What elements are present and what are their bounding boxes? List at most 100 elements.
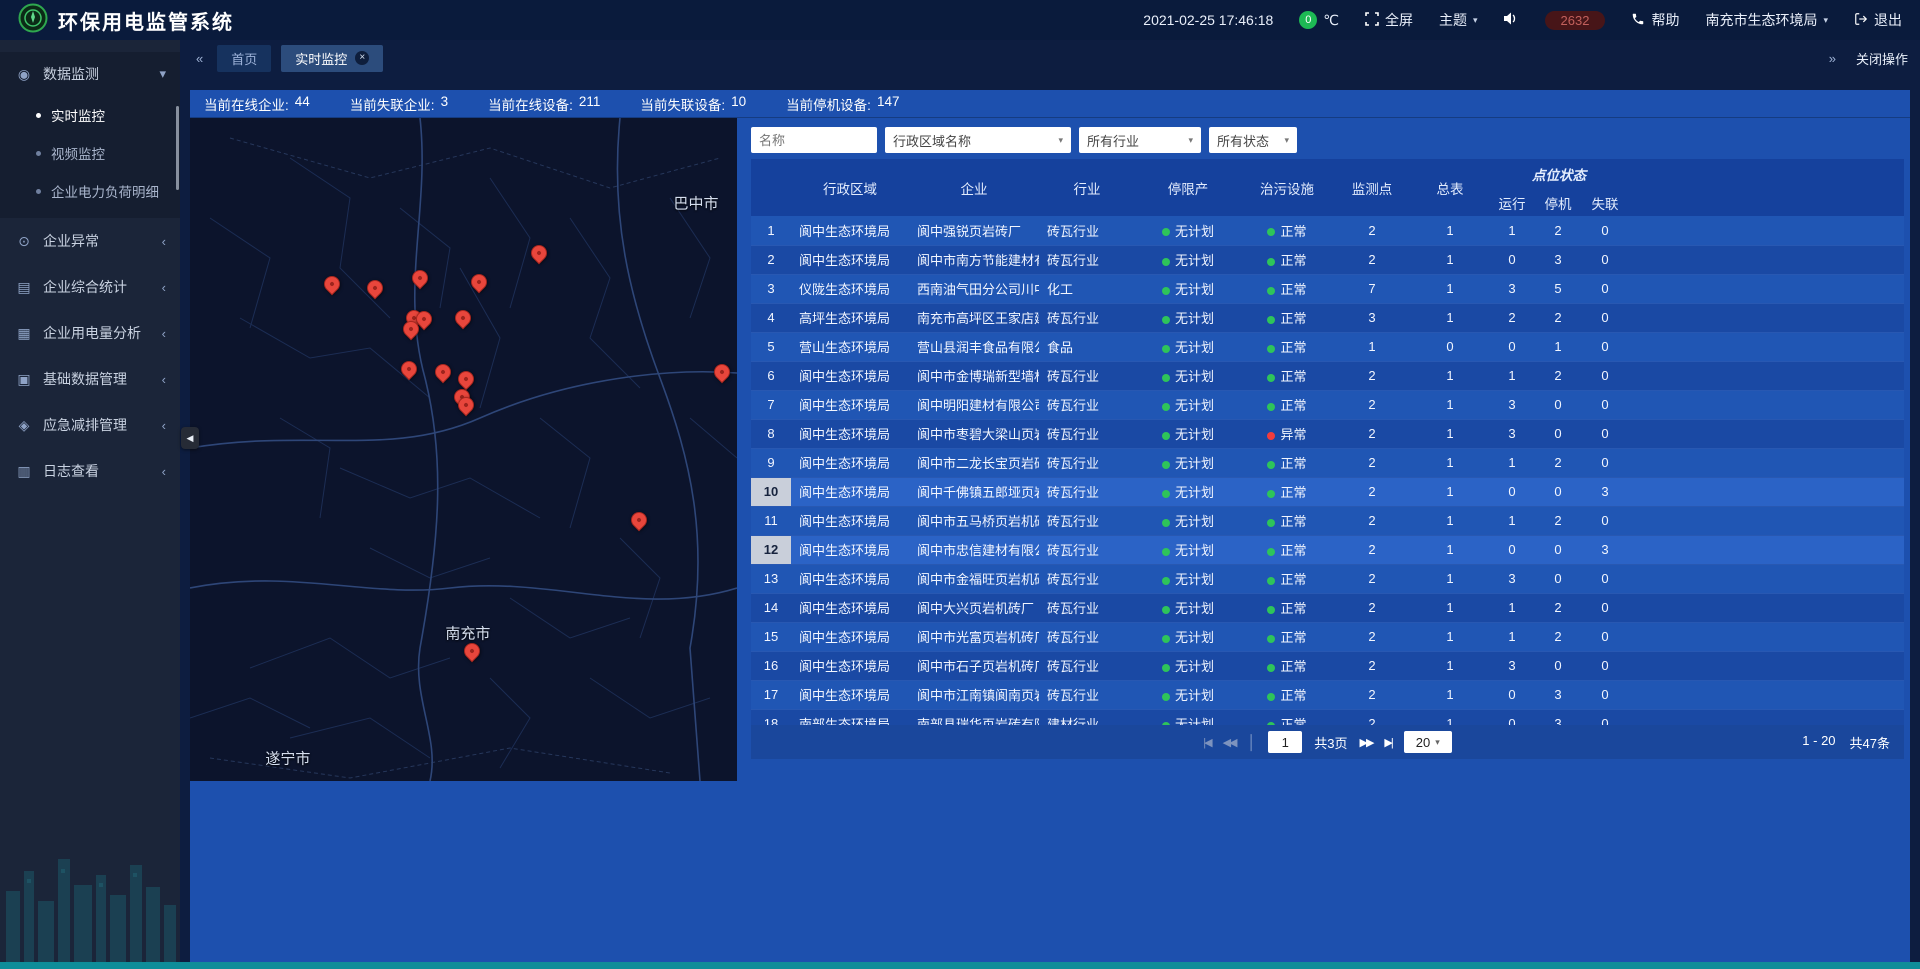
page-number-input[interactable] [1268,731,1302,753]
table-row[interactable]: 5 营山生态环境局 营山县润丰食品有限公 食品 无计划 正常 1 0 0 1 0 [751,332,1904,361]
map-pin[interactable] [631,512,649,530]
sidebar-group-base-data[interactable]: ▣ 基础数据管理 ‹ [0,356,180,402]
page-size-select[interactable]: 20 ▾ [1404,731,1452,753]
theme-dropdown[interactable]: 主题 ▾ [1439,10,1478,30]
table-row[interactable]: 1 阆中生态环境局 阆中强锐页岩砖厂 砖瓦行业 无计划 正常 2 1 1 2 0 [751,216,1904,245]
topbar-right: 2021-02-25 17:46:18 0 ℃ 全屏 主题 ▾ [1143,10,1902,30]
sidebar-group-label: 应急减排管理 [43,415,127,435]
map-pin[interactable] [412,270,430,288]
map-pin-icon [452,306,475,329]
map-collapse-button[interactable]: ◀ [181,427,199,449]
help-button[interactable]: 帮助 [1631,10,1679,30]
chevron-collapsed-icon: ‹ [162,326,166,341]
table-row[interactable]: 4 高坪生态环境局 南充市高坪区王家店建 砖瓦行业 无计划 正常 3 1 2 2… [751,303,1904,332]
next-page-button[interactable]: ▶▶ [1359,736,1372,749]
table-row[interactable]: 17 阆中生态环境局 阆中市江南镇阆南页岩 砖瓦行业 无计划 正常 2 1 0 … [751,680,1904,709]
map-pin[interactable] [464,643,482,661]
close-operations-button[interactable]: 关闭操作 [1856,49,1908,68]
col-facility: 治污设施 [1241,159,1333,216]
filter-bar: 行政区域名称 ▾ 所有行业 ▾ 所有状态 ▾ [751,123,1904,157]
map-pin[interactable] [435,364,453,382]
table-row[interactable]: 10 阆中生态环境局 阆中千佛镇五郎垭页岩 砖瓦行业 无计划 正常 2 1 0 … [751,477,1904,506]
map-pin[interactable] [455,310,473,328]
map-panel[interactable]: ◀ 巴中市南充市遂宁市 [190,118,737,781]
logout-button[interactable]: 退出 [1854,10,1902,30]
map-pin[interactable] [367,280,385,298]
tab-realtime-monitor[interactable]: 实时监控 × [281,45,383,72]
map-pin[interactable] [458,397,476,415]
sidebar-item-power-load-detail[interactable]: 企业电力负荷明细 [0,172,180,210]
last-page-button[interactable]: ▶| [1384,736,1391,749]
facility-status-dot [1267,461,1275,469]
map-pin-icon [710,361,733,384]
sidebar-item-label: 企业电力负荷明细 [51,181,159,201]
tabs-scroll-right-icon[interactable]: » [1825,47,1840,70]
tab-home[interactable]: 首页 [217,45,271,72]
tabs-scroll-left-icon[interactable]: « [192,47,207,70]
facility-status-dot [1267,228,1275,236]
limit-status-dot [1162,258,1170,266]
map-pin[interactable] [471,274,489,292]
sidebar-item-label: 实时监控 [51,105,105,125]
company-table-viewport[interactable]: 行政区域 企业 行业 停限产 治污设施 监测点 总表 点位状态 [751,159,1904,725]
chevron-down-icon: ▾ [1276,135,1289,146]
table-row[interactable]: 14 阆中生态环境局 阆中大兴页岩机砖厂 砖瓦行业 无计划 正常 2 1 1 2… [751,593,1904,622]
sidebar-group-logs[interactable]: ▥ 日志查看 ‹ [0,448,180,494]
table-row[interactable]: 16 阆中生态环境局 阆中市石子页岩机砖厂 砖瓦行业 无计划 正常 2 1 3 … [751,651,1904,680]
sidebar-group-power-analysis[interactable]: ▦ 企业用电量分析 ‹ [0,310,180,356]
prev-page-button[interactable]: ◀◀ [1223,736,1236,749]
map-pin[interactable] [458,371,476,389]
map-city-label: 遂宁市 [265,747,310,768]
sidebar-group-company-abnormal[interactable]: ⊙ 企业异常 ‹ [0,218,180,264]
map-pin[interactable] [324,276,342,294]
announcement-button[interactable] [1504,12,1519,28]
table-row[interactable]: 9 阆中生态环境局 阆中市二龙长宝页岩砖 砖瓦行业 无计划 正常 2 1 1 2… [751,448,1904,477]
table-row[interactable]: 8 阆中生态环境局 阆中市枣碧大梁山页岩 砖瓦行业 无计划 异常 2 1 3 0… [751,419,1904,448]
table-row[interactable]: 15 阆中生态环境局 阆中市光富页岩机砖厂 砖瓦行业 无计划 正常 2 1 1 … [751,622,1904,651]
first-page-button[interactable]: |◀ [1203,736,1210,749]
facility-status-dot [1267,548,1275,556]
limit-status-dot [1162,432,1170,440]
fullscreen-button[interactable]: 全屏 [1365,10,1413,30]
map-city-label: 巴中市 [673,192,718,213]
table-row[interactable]: 2 阆中生态环境局 阆中市南方节能建材有 砖瓦行业 无计划 正常 2 1 0 3… [751,245,1904,274]
sidebar-group-company-stats[interactable]: ▤ 企业综合统计 ‹ [0,264,180,310]
sidebar-group-label: 数据监测 [43,64,99,84]
phone-icon [1631,12,1645,29]
col-industry: 行业 [1039,159,1135,216]
table-row[interactable]: 11 阆中生态环境局 阆中市五马桥页岩机砖 砖瓦行业 无计划 正常 2 1 1 … [751,506,1904,535]
map-pin[interactable] [714,364,732,382]
map-pin[interactable] [401,361,419,379]
col-filler [1629,159,1904,216]
org-dropdown[interactable]: 南充市生态环境局 ▾ [1705,10,1828,30]
table-row[interactable]: 13 阆中生态环境局 阆中市金福旺页岩机砖 砖瓦行业 无计划 正常 2 1 3 … [751,564,1904,593]
industry-filter-select[interactable]: 所有行业 ▾ [1079,127,1201,153]
table-row[interactable]: 7 阆中生态环境局 阆中明阳建材有限公司 砖瓦行业 无计划 正常 2 1 3 0… [751,390,1904,419]
pager-divider: │ [1248,734,1257,750]
sidebar-scrollbar[interactable] [176,106,179,190]
table-row[interactable]: 3 仪陇生态环境局 西南油气田分公司川中 化工 无计划 正常 7 1 3 5 0 [751,274,1904,303]
sidebar-group-emergency[interactable]: ◈ 应急减排管理 ‹ [0,402,180,448]
table-row[interactable]: 12 阆中生态环境局 阆中市忠信建材有限公 砖瓦行业 无计划 正常 2 1 0 … [751,535,1904,564]
stats-bar: 当前在线企业:44 当前失联企业:3 当前在线设备:211 当前失联设备:10 … [190,90,1910,118]
content-panel: 当前在线企业:44 当前失联企业:3 当前在线设备:211 当前失联设备:10 … [190,90,1910,969]
table-row[interactable]: 18 南部生态环境局 南部县瑞华页岩砖有限 建材行业 无计划 正常 2 1 0 … [751,709,1904,725]
alert-count-badge[interactable]: 2632 [1545,11,1606,30]
sidebar-item-video-monitor[interactable]: 视频监控 [0,134,180,172]
sidebar-item-realtime-monitor[interactable]: 实时监控 [0,96,180,134]
close-icon[interactable]: × [355,51,369,65]
facility-status-dot [1267,635,1275,643]
name-filter[interactable] [751,127,877,153]
table-row[interactable]: 6 阆中生态环境局 阆中市金博瑞新型墙材 砖瓦行业 无计划 正常 2 1 1 2… [751,361,1904,390]
status-filter-select[interactable]: 所有状态 ▾ [1209,127,1297,153]
bullet-icon [36,189,41,194]
map-pin[interactable] [403,321,421,339]
sidebar-group-header-data-monitor[interactable]: ◉ 数据监测 ▾ [0,52,180,96]
region-filter-select[interactable]: 行政区域名称 ▾ [885,127,1071,153]
map-pin[interactable] [531,245,549,263]
name-filter-input[interactable] [759,133,869,148]
company-table-header: 行政区域 企业 行业 停限产 治污设施 监测点 总表 点位状态 [751,159,1904,216]
chevron-down-icon: ▾ [1435,737,1440,748]
map-city-label: 南充市 [445,623,490,644]
chevron-down-icon: ▾ [1823,15,1828,26]
